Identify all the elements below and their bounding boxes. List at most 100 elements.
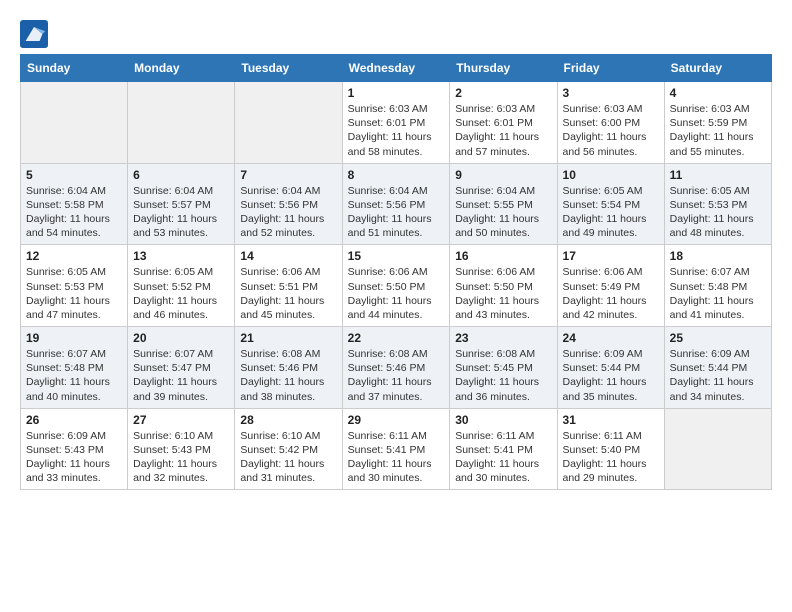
calendar-cell: 10 Sunrise: 6:05 AM Sunset: 5:54 PM Dayli… (557, 163, 664, 245)
calendar-cell: 31 Sunrise: 6:11 AM Sunset: 5:40 PM Dayli… (557, 408, 664, 490)
day-info: Sunrise: 6:03 AM Sunset: 5:59 PM Dayligh… (670, 102, 766, 159)
day-number: 4 (670, 86, 766, 100)
calendar-cell: 24Sunrise: 6:09 AM Sunset: 5:44 PM Dayli… (557, 327, 664, 409)
day-number: 25 (670, 331, 766, 345)
calendar-cell: 12 Sunrise: 6:05 AM Sunset: 5:53 PM Dayli… (21, 245, 128, 327)
day-info: Sunrise: 6:11 AM Sunset: 5:41 PM Dayligh… (348, 429, 445, 486)
calendar-cell: 25 Sunrise: 6:09 AM Sunset: 5:44 PM Dayli… (664, 327, 771, 409)
calendar-cell: 21Sunrise: 6:08 AM Sunset: 5:46 PM Dayli… (235, 327, 342, 409)
day-number: 16 (455, 249, 551, 263)
calendar-cell: 7 Sunrise: 6:04 AM Sunset: 5:56 PM Daylig… (235, 163, 342, 245)
day-number: 12 (26, 249, 122, 263)
day-number: 31 (563, 413, 659, 427)
day-info: Sunrise: 6:06 AM Sunset: 5:51 PM Dayligh… (240, 265, 336, 322)
day-info: Sunrise: 6:04 AM Sunset: 5:58 PM Dayligh… (26, 184, 122, 241)
weekday-header-sunday: Sunday (21, 55, 128, 82)
logo-icon (20, 20, 48, 48)
calendar-cell: 3 Sunrise: 6:03 AM Sunset: 6:00 PM Daylig… (557, 82, 664, 164)
calendar-cell: 1Sunrise: 6:03 AM Sunset: 6:01 PM Daylig… (342, 82, 450, 164)
day-info: Sunrise: 6:08 AM Sunset: 5:45 PM Dayligh… (455, 347, 551, 404)
calendar-week-row: 26Sunrise: 6:09 AM Sunset: 5:43 PM Dayli… (21, 408, 772, 490)
calendar-cell: 14 Sunrise: 6:06 AM Sunset: 5:51 PM Dayli… (235, 245, 342, 327)
calendar-cell: 13 Sunrise: 6:05 AM Sunset: 5:52 PM Dayli… (128, 245, 235, 327)
day-info: Sunrise: 6:05 AM Sunset: 5:53 PM Dayligh… (670, 184, 766, 241)
calendar-cell: 4 Sunrise: 6:03 AM Sunset: 5:59 PM Daylig… (664, 82, 771, 164)
day-info: Sunrise: 6:10 AM Sunset: 5:42 PM Dayligh… (240, 429, 336, 486)
day-info: Sunrise: 6:11 AM Sunset: 5:41 PM Dayligh… (455, 429, 551, 486)
calendar-cell: 9 Sunrise: 6:04 AM Sunset: 5:55 PM Daylig… (450, 163, 557, 245)
calendar-cell: 18 Sunrise: 6:07 AM Sunset: 5:48 PM Dayli… (664, 245, 771, 327)
day-number: 3 (563, 86, 659, 100)
day-number: 22 (348, 331, 445, 345)
calendar-cell: 22 Sunrise: 6:08 AM Sunset: 5:46 PM Dayli… (342, 327, 450, 409)
day-number: 21 (240, 331, 336, 345)
day-info: Sunrise: 6:03 AM Sunset: 6:01 PM Dayligh… (455, 102, 551, 159)
header (20, 20, 772, 48)
day-number: 7 (240, 168, 336, 182)
calendar-week-row: 19 Sunrise: 6:07 AM Sunset: 5:48 PM Dayli… (21, 327, 772, 409)
day-number: 19 (26, 331, 122, 345)
day-number: 8 (348, 168, 445, 182)
calendar: SundayMondayTuesdayWednesdayThursdayFrid… (20, 54, 772, 490)
day-info: Sunrise: 6:04 AM Sunset: 5:57 PM Dayligh… (133, 184, 229, 241)
day-info: Sunrise: 6:06 AM Sunset: 5:50 PM Dayligh… (455, 265, 551, 322)
calendar-cell: 26Sunrise: 6:09 AM Sunset: 5:43 PM Dayli… (21, 408, 128, 490)
day-info: Sunrise: 6:05 AM Sunset: 5:54 PM Dayligh… (563, 184, 659, 241)
weekday-header-tuesday: Tuesday (235, 55, 342, 82)
calendar-cell: 6 Sunrise: 6:04 AM Sunset: 5:57 PM Daylig… (128, 163, 235, 245)
day-info: Sunrise: 6:05 AM Sunset: 5:53 PM Dayligh… (26, 265, 122, 322)
day-info: Sunrise: 6:04 AM Sunset: 5:55 PM Dayligh… (455, 184, 551, 241)
calendar-cell: 16 Sunrise: 6:06 AM Sunset: 5:50 PM Dayli… (450, 245, 557, 327)
day-info: Sunrise: 6:06 AM Sunset: 5:50 PM Dayligh… (348, 265, 445, 322)
day-number: 9 (455, 168, 551, 182)
calendar-cell: 19 Sunrise: 6:07 AM Sunset: 5:48 PM Dayli… (21, 327, 128, 409)
day-info: Sunrise: 6:07 AM Sunset: 5:47 PM Dayligh… (133, 347, 229, 404)
calendar-cell (664, 408, 771, 490)
calendar-body: 1 Sunrise: 6:03 AM Sunset: 6:01 PM Daylig… (21, 82, 772, 490)
day-number: 27 (133, 413, 229, 427)
calendar-cell (235, 82, 342, 164)
calendar-cell: 2 Sunrise: 6:03 AM Sunset: 6:01 PM Daylig… (450, 82, 557, 164)
day-number: 1 (348, 86, 445, 100)
calendar-cell: 15 Sunrise: 6:06 AM Sunset: 5:50 PM Dayli… (342, 245, 450, 327)
day-number: 28 (240, 413, 336, 427)
day-info: Sunrise: 6:11 AM Sunset: 5:40 PM Dayligh… (563, 429, 659, 486)
calendar-cell: 11 Sunrise: 6:05 AM Sunset: 5:53 PM Dayli… (664, 163, 771, 245)
day-info: Sunrise: 6:07 AM Sunset: 5:48 PM Dayligh… (670, 265, 766, 322)
day-number: 6 (133, 168, 229, 182)
day-number: 11 (670, 168, 766, 182)
calendar-week-row: 5Sunrise: 6:04 AM Sunset: 5:58 PM Daylig… (21, 163, 772, 245)
day-info: Sunrise: 6:05 AM Sunset: 5:52 PM Dayligh… (133, 265, 229, 322)
day-number: 15 (348, 249, 445, 263)
day-number: 17 (563, 249, 659, 263)
day-info: Sunrise: 6:08 AM Sunset: 5:46 PM Dayligh… (348, 347, 445, 404)
calendar-cell: 23Sunrise: 6:08 AM Sunset: 5:45 PM Dayli… (450, 327, 557, 409)
calendar-cell: 30 Sunrise: 6:11 AM Sunset: 5:41 PM Dayli… (450, 408, 557, 490)
day-info: Sunrise: 6:03 AM Sunset: 6:00 PM Dayligh… (563, 102, 659, 159)
day-info: Sunrise: 6:09 AM Sunset: 5:44 PM Dayligh… (670, 347, 766, 404)
calendar-cell (128, 82, 235, 164)
calendar-week-row: 1 Sunrise: 6:03 AM Sunset: 6:01 PM Daylig… (21, 82, 772, 164)
day-number: 10 (563, 168, 659, 182)
day-number: 2 (455, 86, 551, 100)
day-info: Sunrise: 6:07 AM Sunset: 5:48 PM Dayligh… (26, 347, 122, 404)
day-info: Sunrise: 6:06 AM Sunset: 5:49 PM Dayligh… (563, 265, 659, 322)
weekday-header-wednesday: Wednesday (342, 55, 450, 82)
calendar-cell: 29 Sunrise: 6:11 AM Sunset: 5:41 PM Dayli… (342, 408, 450, 490)
calendar-cell (21, 82, 128, 164)
day-number: 29 (348, 413, 445, 427)
day-number: 26 (26, 413, 122, 427)
day-number: 18 (670, 249, 766, 263)
day-number: 14 (240, 249, 336, 263)
day-number: 13 (133, 249, 229, 263)
calendar-cell: 28 Sunrise: 6:10 AM Sunset: 5:42 PM Dayli… (235, 408, 342, 490)
day-info: Sunrise: 6:04 AM Sunset: 5:56 PM Dayligh… (348, 184, 445, 241)
weekday-header-friday: Friday (557, 55, 664, 82)
weekday-header-saturday: Saturday (664, 55, 771, 82)
day-info: Sunrise: 6:04 AM Sunset: 5:56 PM Dayligh… (240, 184, 336, 241)
weekday-header-row: SundayMondayTuesdayWednesdayThursdayFrid… (21, 55, 772, 82)
day-number: 30 (455, 413, 551, 427)
logo (20, 20, 52, 48)
weekday-header-thursday: Thursday (450, 55, 557, 82)
day-info: Sunrise: 6:09 AM Sunset: 5:44 PM Dayligh… (563, 347, 659, 404)
